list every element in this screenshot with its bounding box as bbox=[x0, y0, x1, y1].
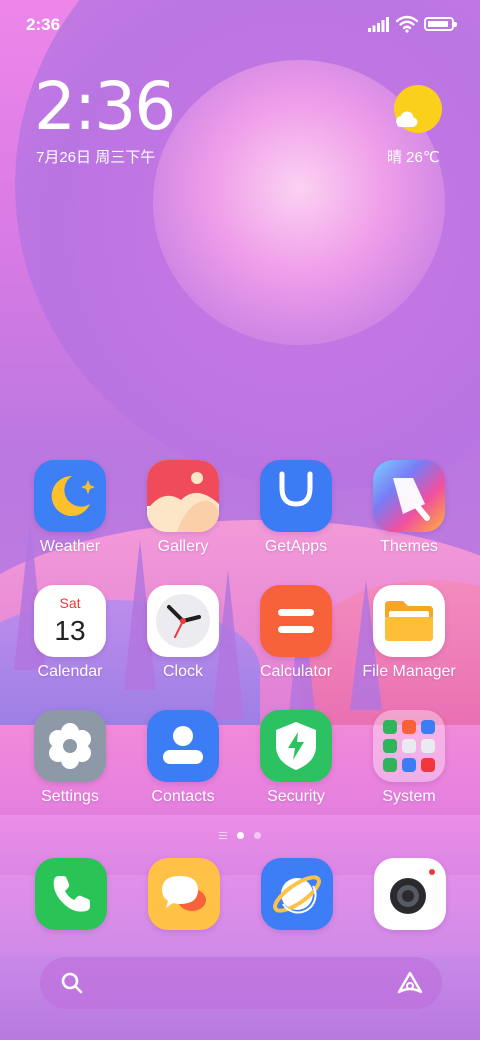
app-label-contacts: Contacts bbox=[151, 788, 215, 805]
sun-cloud-icon[interactable] bbox=[391, 84, 445, 136]
app-label-calculator: Calculator bbox=[259, 663, 333, 680]
camera-icon[interactable] bbox=[374, 858, 446, 930]
app-label-clock: Clock bbox=[162, 663, 203, 680]
app-themes[interactable]: Themes bbox=[354, 460, 464, 556]
gallery-app-icon[interactable] bbox=[147, 460, 219, 532]
app-label-security: Security bbox=[267, 788, 325, 805]
app-label-calendar: Calendar bbox=[37, 663, 103, 680]
clock-widget-time[interactable]: 2:36 bbox=[34, 74, 176, 140]
app-gallery[interactable]: Gallery bbox=[128, 460, 238, 556]
getapps-app-icon[interactable] bbox=[260, 460, 332, 532]
clock-app-icon[interactable] bbox=[147, 585, 219, 657]
battery-icon bbox=[424, 17, 457, 31]
clock-widget-date[interactable]: 7月26日 周三下午 bbox=[36, 146, 155, 167]
calendar-app-icon[interactable]: Sat 13 bbox=[34, 585, 106, 657]
app-clock[interactable]: Clock bbox=[128, 585, 238, 681]
settings-app-icon[interactable] bbox=[34, 710, 106, 782]
app-label-gallery: Gallery bbox=[157, 538, 209, 555]
assistant-icon[interactable] bbox=[396, 970, 424, 996]
messaging-icon[interactable] bbox=[148, 858, 220, 930]
page-dot[interactable] bbox=[254, 831, 261, 839]
weather-app-icon[interactable] bbox=[34, 460, 106, 532]
browser-icon[interactable] bbox=[261, 858, 333, 930]
app-label-weather: Weather bbox=[39, 538, 101, 555]
app-label-file-manager: File Manager bbox=[362, 663, 456, 680]
battery-level bbox=[428, 21, 448, 27]
search-icon[interactable] bbox=[60, 971, 84, 995]
page-dot-active[interactable] bbox=[237, 831, 244, 839]
themes-app-icon[interactable] bbox=[373, 460, 445, 532]
page-indicator[interactable] bbox=[0, 829, 480, 841]
contacts-app-icon[interactable] bbox=[147, 710, 219, 782]
system-folder-icon[interactable] bbox=[373, 710, 445, 782]
status-bar: 2:36 bbox=[0, 0, 480, 50]
app-calculator[interactable]: Calculator bbox=[241, 585, 351, 681]
app-weather[interactable]: Weather bbox=[15, 460, 125, 556]
file-manager-app-icon[interactable] bbox=[373, 585, 445, 657]
menu-lines-icon[interactable] bbox=[219, 831, 227, 839]
phone-icon[interactable] bbox=[35, 858, 107, 930]
calendar-day: Sat bbox=[59, 595, 81, 611]
wifi-icon bbox=[396, 15, 418, 33]
app-label-settings: Settings bbox=[41, 788, 99, 805]
app-label-getapps: GetApps bbox=[264, 538, 328, 555]
app-settings[interactable]: Settings bbox=[15, 710, 125, 806]
security-app-icon[interactable] bbox=[260, 710, 332, 782]
app-contacts[interactable]: Contacts bbox=[128, 710, 238, 806]
search-bar[interactable] bbox=[40, 957, 442, 1009]
app-system-folder[interactable]: System bbox=[354, 710, 464, 806]
app-calendar[interactable]: Sat 13 Calendar bbox=[15, 585, 125, 681]
calendar-date: 13 bbox=[54, 615, 86, 646]
calculator-app-icon[interactable] bbox=[260, 585, 332, 657]
app-label-themes: Themes bbox=[380, 538, 438, 555]
app-label-system: System bbox=[382, 788, 436, 805]
signal-bars-icon bbox=[368, 17, 389, 32]
status-time: 2:36 bbox=[26, 15, 61, 34]
weather-widget-text[interactable]: 晴 26℃ bbox=[387, 146, 440, 167]
app-security[interactable]: Security bbox=[241, 710, 351, 806]
app-getapps[interactable]: GetApps bbox=[241, 460, 351, 556]
app-file-manager[interactable]: File Manager bbox=[354, 585, 464, 681]
